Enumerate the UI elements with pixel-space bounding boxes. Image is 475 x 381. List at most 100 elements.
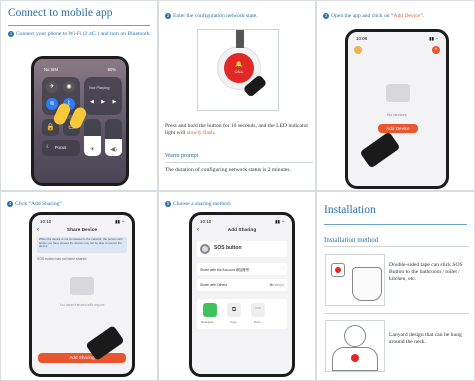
focus-label: Focus bbox=[55, 145, 67, 150]
add-device-button[interactable]: Add Device bbox=[378, 124, 418, 133]
step-2-text: Enter the configuration network state. bbox=[173, 13, 258, 19]
installation-method-title: Installation method bbox=[324, 236, 379, 244]
share-phone: 10:10 ▮▮ ◔ ‹ Share Device When the devic… bbox=[29, 212, 135, 377]
share-account-label: Share with the Account 添加账号 bbox=[200, 267, 250, 272]
red-dot bbox=[335, 267, 341, 273]
press-text-end: . bbox=[213, 130, 216, 136]
app-share-row: Messages ⧉ Copy ⋯ More bbox=[197, 299, 287, 329]
step-1-number-icon: 1 bbox=[8, 31, 14, 37]
messages-icon[interactable] bbox=[203, 303, 217, 317]
mounted-button-drawing bbox=[331, 263, 345, 277]
warm-prompt-text: The duration of configuring network stat… bbox=[165, 167, 291, 173]
tape-description: Double-sided tape can stick SOS Button t… bbox=[389, 262, 463, 282]
notice-box: When the device is not connected to the … bbox=[37, 237, 127, 253]
empty-box-icon bbox=[386, 84, 410, 102]
red-call-button: 🔔 CALL bbox=[224, 53, 254, 83]
call-label: CALL bbox=[234, 70, 244, 74]
lanyard-illustration bbox=[325, 320, 385, 372]
step-3: 3 Open the app and click on “Add Device”. bbox=[323, 13, 473, 20]
now-playing-text: Not Playing bbox=[89, 85, 110, 90]
chevron-right-icon: › bbox=[282, 265, 284, 271]
carrier-text: No SIM bbox=[44, 67, 58, 72]
share-device-panel: 4 Click “Add Sharing”. 10:10 ▮▮ ◔ ‹ Share… bbox=[0, 191, 158, 381]
messages-label: Messages bbox=[201, 320, 214, 324]
bell-icon: 🔔 bbox=[235, 62, 243, 68]
airplane-icon[interactable]: ✈ bbox=[46, 81, 58, 93]
step-1-text: Connect your phone to Wi-Fi (2.4G ) and … bbox=[16, 31, 151, 37]
pendant-button bbox=[351, 354, 359, 362]
add-icon[interactable]: + bbox=[432, 46, 440, 54]
app-phone: 10:08 ▮▮ ◔ + No devices Add Device bbox=[345, 29, 449, 189]
installation-title: Installation bbox=[324, 204, 376, 216]
share-account-row[interactable]: Share with the Account 添加账号 › bbox=[197, 263, 287, 275]
warm-prompt-divider bbox=[165, 162, 313, 163]
title-divider bbox=[8, 25, 150, 26]
config-panel: 2 Enter the configuration network state. … bbox=[158, 0, 316, 191]
copy-icon[interactable]: ⧉ bbox=[227, 303, 241, 317]
more-label: More bbox=[254, 320, 261, 324]
lanyard-description: Lanyard design that can be hung around t… bbox=[389, 332, 462, 345]
step-5-number-icon: 5 bbox=[165, 201, 171, 207]
phone-status-bar: 10:08 ▮▮ ◔ bbox=[348, 32, 446, 42]
press-instructions: Press and hold the button for 10 seconds… bbox=[165, 123, 313, 137]
now-playing-block[interactable]: Not Playing ◀ ▶ ▶ bbox=[84, 77, 122, 115]
slow-flash-highlight: slowly flash bbox=[186, 130, 214, 136]
brightness-slider[interactable]: ☀ bbox=[84, 119, 101, 156]
step-3-end: ”. bbox=[420, 13, 425, 19]
battery-text: 80% bbox=[107, 67, 116, 72]
tape-illustration bbox=[325, 254, 385, 306]
phone-status-bar: 10:10 ▮▮ ◔ bbox=[32, 215, 132, 225]
notice-text: When the device is not connected to the … bbox=[39, 237, 123, 249]
sharing-method-panel: 5 Choose a sharing method. 10:10 ▮▮ ◔ ‹ A… bbox=[158, 191, 316, 381]
toilet-drawing bbox=[352, 267, 382, 301]
sos-device-icon bbox=[200, 244, 210, 254]
share-unit: person(s) bbox=[269, 282, 284, 287]
avatar[interactable] bbox=[354, 46, 362, 54]
step-2: 2 Enter the configuration network state. bbox=[165, 13, 313, 20]
step-3-number-icon: 3 bbox=[323, 13, 329, 19]
add-sharing-header: Add Sharing bbox=[227, 228, 257, 233]
time-text: 10:10 bbox=[40, 219, 52, 224]
step-3-text: Open the app and click on “ bbox=[331, 13, 394, 19]
copy-label: Copy bbox=[230, 320, 237, 324]
sos-button-illustration: 🔔 CALL bbox=[197, 29, 279, 111]
step-2-number-icon: 2 bbox=[165, 13, 171, 19]
empty-box-icon bbox=[70, 277, 94, 295]
time-text: 10:10 bbox=[200, 219, 212, 224]
connect-title: Connect to mobile app bbox=[8, 7, 113, 19]
person-head-drawing bbox=[344, 325, 366, 347]
connect-panel: Connect to mobile app 1 Connect your phon… bbox=[0, 0, 158, 191]
no-share-hint: You haven't shared with anyone bbox=[59, 303, 105, 307]
hand-tap-icon bbox=[359, 131, 401, 169]
more-icon[interactable]: ⋯ bbox=[251, 303, 265, 317]
device-row: SOS button bbox=[197, 241, 287, 257]
control-center-phone: No SIM 80% ✈ ◉ ≋ ᛒ Not Playing ◀ ▶ ▶ 🔒 ▭… bbox=[31, 56, 129, 186]
share-others-row[interactable]: Share with Others 5 person(s) bbox=[197, 279, 287, 291]
media-controls-icon[interactable]: ◀ ▶ ▶ bbox=[90, 99, 119, 105]
step-4: 4 Click “Add Sharing”. bbox=[7, 201, 155, 208]
warm-prompt-title: Warm prompt bbox=[165, 153, 199, 159]
wifi-icon[interactable]: ≋ bbox=[46, 98, 58, 110]
title-divider bbox=[324, 224, 467, 225]
share-device-header: Share Device bbox=[66, 228, 98, 233]
signal-icon: ▮▮ ◔ bbox=[429, 36, 438, 41]
signal-icon: ▮▮ ◔ bbox=[275, 219, 284, 224]
add-sharing-button[interactable]: Add Sharing bbox=[38, 353, 126, 363]
not-shared-text: SOS button has not been shared bbox=[37, 257, 87, 261]
installation-panel: Installation Installation method Double-… bbox=[316, 191, 475, 381]
phone-status-bar: 10:10 ▮▮ ◔ bbox=[192, 215, 292, 225]
lanyard-strap bbox=[236, 30, 244, 48]
add-device-panel: 3 Open the app and click on “Add Device”.… bbox=[316, 0, 475, 191]
speaker-icon: ◀) bbox=[110, 147, 117, 153]
signal-icon: ▮▮ ◔ bbox=[115, 219, 124, 224]
cellular-icon[interactable]: ◉ bbox=[63, 81, 75, 93]
focus-button[interactable]: ☾ Focus bbox=[42, 140, 80, 156]
no-devices-text: No devices bbox=[387, 112, 407, 117]
volume-slider[interactable]: ◀) bbox=[105, 119, 122, 156]
step-4-text: Click “Add Sharing”. bbox=[15, 201, 64, 207]
share-others-label: Share with Others bbox=[200, 282, 228, 287]
sun-icon: ☀ bbox=[89, 147, 96, 153]
step-4-number-icon: 4 bbox=[7, 201, 13, 207]
sharing-phone: 10:10 ▮▮ ◔ ‹ Add Sharing SOS button Shar… bbox=[189, 212, 295, 377]
step-1: 1 Connect your phone to Wi-Fi (2.4G ) and… bbox=[8, 31, 153, 38]
